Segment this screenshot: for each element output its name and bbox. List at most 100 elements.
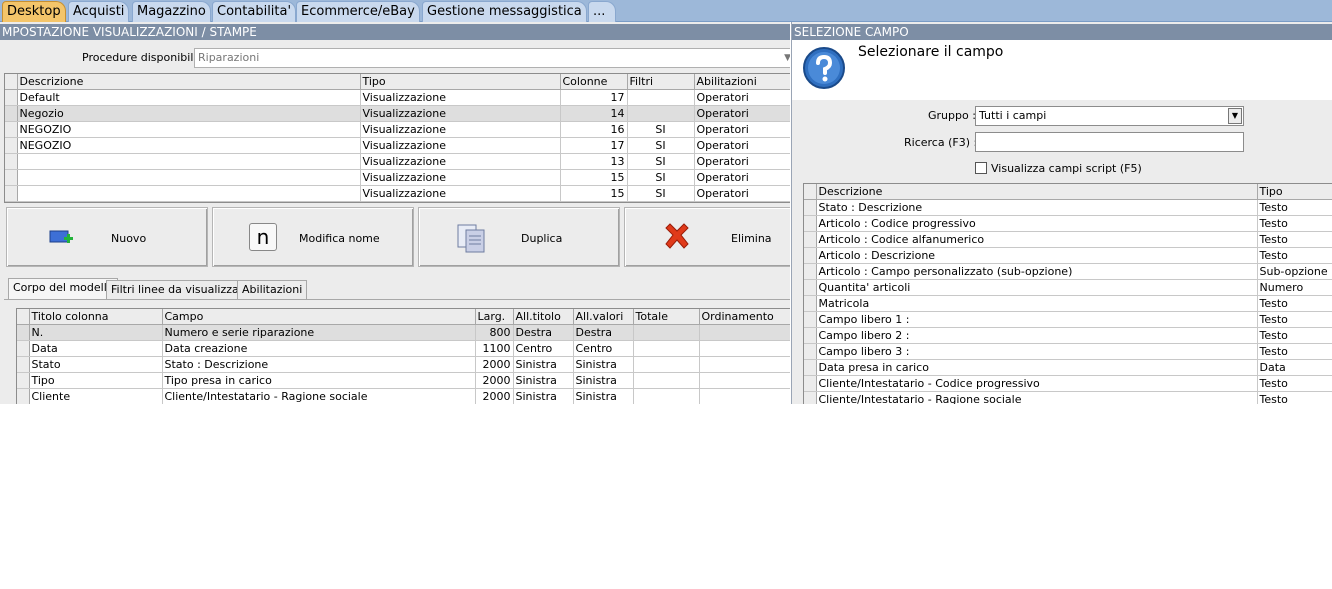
script-fields-checkbox[interactable] [975,162,987,174]
table-row[interactable]: Negozio Visualizzazione 14 Operatori [5,105,790,122]
field-name: Cliente/Intestatario - Codice progressiv… [816,375,1258,392]
field-type: Testo [1257,247,1332,264]
chevron-down-icon[interactable]: ▼ [1228,108,1242,124]
delete-button[interactable]: Elimina [624,207,790,267]
cell-campo: Data creazione [162,340,476,357]
row-filtri: SI [627,169,695,186]
table-row[interactable]: Data Data creazione 1100 Centro Centro [17,340,790,357]
tab-gestione-messaggistica[interactable]: Gestione messaggistica [422,1,587,22]
field-type: Testo [1257,215,1332,232]
field-name: Articolo : Campo personalizzato (sub-opz… [816,263,1258,280]
col-tipo[interactable]: Tipo [1257,184,1332,200]
group-select[interactable]: Tutti i campi ▼ [975,106,1244,126]
table-row[interactable]: Visualizzazione 15 SI Operatori [5,169,790,186]
table-row[interactable]: Tipo Tipo presa in carico 2000 Sinistra … [17,372,790,389]
table-row[interactable]: Articolo : Descrizione Testo [804,247,1332,264]
table-row[interactable]: Stato Stato : Descrizione 2000 Sinistra … [17,356,790,373]
table-row[interactable]: N. Numero e serie riparazione 800 Destra… [17,324,790,341]
col-larg[interactable]: Larg. [475,309,514,325]
row-colonne: 17 [560,137,628,154]
rename-button[interactable]: n Modifica nome [212,207,414,267]
row-colonne: 15 [560,169,628,186]
table-row[interactable]: Matricola Testo [804,295,1332,312]
cell-campo: Cliente/Intestatario - Ragione sociale [162,388,476,404]
chevron-down-icon[interactable]: ▼ [784,49,790,67]
cell-all-valori: Destra [573,324,634,341]
dialog-heading: Selezionare il campo [858,44,1004,60]
table-row[interactable]: Cliente Cliente/Intestatario - Ragione s… [17,388,790,404]
cell-larg: 1100 [475,340,514,357]
cell-all-titolo: Destra [513,324,574,341]
cell-totale [633,356,700,373]
row-abilitazioni: Operatori [694,153,790,170]
tab-filtri-linee[interactable]: Filtri linee da visualizzare [106,280,255,300]
col-descrizione[interactable]: Descrizione [816,184,1258,200]
col-titolo-colonna[interactable]: Titolo colonna [29,309,163,325]
col-campo[interactable]: Campo [162,309,476,325]
duplicate-button[interactable]: Duplica [418,207,620,267]
script-fields-label: Visualizza campi script (F5) [991,162,1142,175]
tab-contabilita[interactable]: Contabilita' [212,1,297,22]
col-abilitazioni[interactable]: Abilitazioni [694,74,790,90]
row-tipo: Visualizzazione [360,153,561,170]
field-type: Testo [1257,295,1332,312]
table-row[interactable]: Articolo : Codice alfanumerico Testo [804,231,1332,248]
tab-corpo-modello[interactable]: Corpo del modello [8,278,119,300]
cell-all-valori: Sinistra [573,388,634,404]
settings-panel: MPOSTAZIONE VISUALIZZAZIONI / STAMPE Pro… [0,22,790,404]
field-name: Data presa in carico [816,359,1258,376]
table-row[interactable]: Data presa in carico Data [804,359,1332,376]
new-button[interactable]: Nuovo [6,207,208,267]
col-filtri[interactable]: Filtri [627,74,695,90]
table-row[interactable]: NEGOZIO Visualizzazione 17 SI Operatori [5,137,790,154]
table-row[interactable]: NEGOZIO Visualizzazione 16 SI Operatori [5,121,790,138]
table-row[interactable]: Campo libero 2 : Testo [804,327,1332,344]
cell-all-titolo: Sinistra [513,356,574,373]
table-row[interactable]: Cliente/Intestatario - Ragione sociale Te… [804,391,1332,404]
col-ordinamento[interactable]: Ordinamento [699,309,790,325]
table-row[interactable]: Quantita' articoli Numero [804,279,1332,296]
procedure-value: Riparazioni [198,51,260,64]
table-row[interactable]: Campo libero 1 : Testo [804,311,1332,328]
field-type: Testo [1257,375,1332,392]
table-row[interactable]: Articolo : Campo personalizzato (sub-opz… [804,263,1332,280]
col-all-valori[interactable]: All.valori [573,309,634,325]
procedure-label: Procedure disponibili : [82,51,204,64]
procedure-select[interactable]: Riparazioni ▼ [194,48,790,68]
table-row[interactable]: Stato : Descrizione Testo [804,199,1332,216]
row-filtri: SI [627,121,695,138]
table-row[interactable]: Articolo : Codice progressivo Testo [804,215,1332,232]
cell-ordinamento [699,356,790,373]
cell-all-titolo: Sinistra [513,388,574,404]
table-row[interactable]: Visualizzazione 13 SI Operatori [5,153,790,170]
fields-grid: Descrizione Tipo Stato : Descrizione Test… [803,183,1332,404]
tab-ecommerce[interactable]: Ecommerce/eBay [296,1,420,22]
tab-acquisti[interactable]: Acquisti [68,1,130,22]
col-totale[interactable]: Totale [633,309,700,325]
group-label: Gruppo : [928,109,976,122]
tab-desktop[interactable]: Desktop [2,1,66,22]
row-tipo: Visualizzazione [360,89,561,106]
table-row[interactable]: Cliente/Intestatario - Codice progressiv… [804,375,1332,392]
search-input[interactable] [975,132,1244,152]
field-selection-dialog: SELEZIONE CAMPO Selezionare il campo Gru… [791,22,1332,404]
row-tipo: Visualizzazione [360,137,561,154]
table-row[interactable]: Campo libero 3 : Testo [804,343,1332,360]
row-descrizione: Negozio [17,105,361,122]
col-all-titolo[interactable]: All.titolo [513,309,574,325]
tab-abilitazioni[interactable]: Abilitazioni [237,280,308,300]
col-colonne[interactable]: Colonne [560,74,628,90]
row-descrizione [17,153,361,170]
cell-larg: 2000 [475,372,514,389]
row-descrizione [17,185,361,202]
col-tipo[interactable]: Tipo [360,74,561,90]
row-colonne: 16 [560,121,628,138]
table-row[interactable]: Visualizzazione 15 SI Operatori [5,185,790,202]
cell-campo: Tipo presa in carico [162,372,476,389]
tab-magazzino[interactable]: Magazzino [132,1,211,22]
col-descrizione[interactable]: Descrizione [17,74,361,90]
row-abilitazioni: Operatori [694,121,790,138]
field-name: Quantita' articoli [816,279,1258,296]
tab-more[interactable]: ... [588,1,616,22]
table-row[interactable]: Default Visualizzazione 17 Operatori [5,89,790,106]
